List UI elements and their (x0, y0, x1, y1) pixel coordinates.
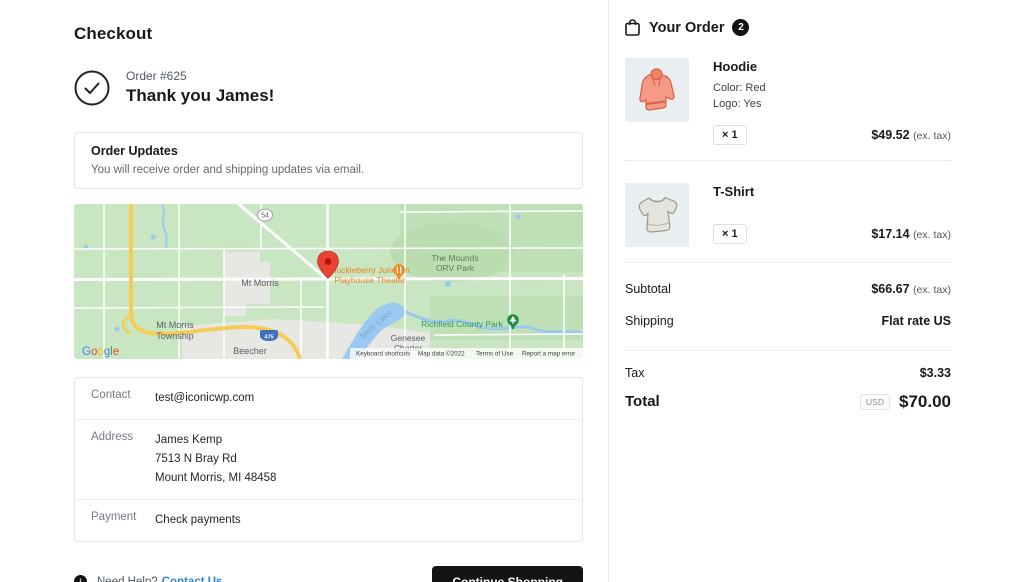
hoodie-thumbnail (625, 58, 689, 122)
report-map-error-link[interactable]: Report a map error (522, 351, 575, 358)
map-route-475-shield: 475 (260, 330, 278, 341)
item-price: $17.14 (ex. tax) (871, 226, 951, 241)
address-value: James Kemp 7513 N Bray Rd Mount Morris, … (155, 433, 277, 484)
map-label-richfield: Richfield County Park (421, 319, 503, 329)
item-count-badge: 2 (732, 19, 750, 36)
order-totals: Subtotal $66.67 (ex. tax) Shipping Flat … (625, 282, 951, 412)
map-label-mounds-2: ORV Park (436, 263, 475, 273)
continue-shopping-button[interactable]: Continue Shopping (432, 565, 583, 582)
checkout-page: Checkout Order #625 Thank you James! Ord… (0, 0, 1024, 582)
google-logo[interactable]: Google (82, 346, 119, 358)
summary-divider (625, 261, 951, 263)
panel-divider (608, 0, 609, 582)
order-item-tshirt: T-Shirt × 1 $17.14 (ex. tax) (625, 182, 951, 247)
payment-label: Payment (91, 510, 137, 523)
info-icon: i (74, 575, 87, 582)
order-updates-body: You will receive order and shipping upda… (91, 164, 365, 176)
item-meta: Color: Red Logo: Yes (713, 82, 766, 110)
hoodie-image (639, 68, 675, 111)
page-title: Checkout (74, 24, 153, 43)
order-number: Order #625 (126, 69, 187, 83)
map-label-poi-2: Playhouse Theater (334, 275, 405, 285)
map-label-township-2: Township (156, 331, 194, 341)
order-summary-header: Your Order 2 (625, 19, 951, 36)
payment-row: Payment Check payments (75, 498, 582, 541)
tax-divider (625, 349, 951, 351)
svg-text:54: 54 (261, 213, 269, 220)
contact-us-link[interactable]: Contact Us (162, 576, 223, 582)
svg-text:475: 475 (264, 335, 273, 341)
contact-label: Contact (91, 389, 131, 401)
order-location-map[interactable]: 54 475 Mt Morris Mt Morris Township Beec… (74, 204, 583, 359)
order-details-table: Contact test@iconicwp.com Address James … (74, 377, 583, 542)
terms-of-use-link[interactable]: Terms of Use (476, 351, 514, 358)
total-row: Total USD $70.00 (625, 392, 951, 412)
success-check-icon (74, 70, 110, 105)
shipping-row: Shipping Flat rate US (625, 314, 951, 328)
keyboard-shortcuts-link[interactable]: Keyboard shortcuts (356, 351, 410, 358)
tax-value: $3.33 (919, 365, 951, 380)
payment-value: Check payments (155, 513, 241, 526)
tshirt-thumbnail (625, 182, 689, 247)
map-label-beecher: Beecher (233, 346, 267, 356)
item-name: T-Shirt (713, 183, 755, 199)
shopping-bag-icon (625, 19, 640, 36)
order-item-hoodie: Hoodie Color: Red Logo: Yes × 1 $49.52 (… (625, 58, 951, 145)
thank-you-heading: Thank you James! (126, 86, 275, 105)
subtotal-row: Subtotal $66.67 (ex. tax) (625, 282, 951, 296)
item-divider (625, 159, 951, 161)
order-confirmation: Order #625 Thank you James! (74, 69, 583, 106)
item-quantity-badge: × 1 (713, 124, 747, 145)
map-label-genesee-1: Genesee (391, 333, 426, 343)
tax-label: Tax (625, 365, 645, 380)
item-price: $49.52 (ex. tax) (871, 127, 951, 142)
contact-value: test@iconicwp.com (155, 392, 255, 404)
shipping-label: Shipping (625, 313, 674, 328)
order-summary-title: Your Order (649, 19, 725, 36)
order-updates-notice: Order Updates You will receive order and… (74, 132, 583, 189)
shipping-value: Flat rate US (881, 313, 951, 328)
subtotal-value: $66.67 (ex. tax) (871, 281, 951, 296)
item-name: Hoodie (713, 59, 758, 74)
map-label-township-1: Mt Morris (156, 320, 194, 330)
address-label: Address (91, 430, 134, 443)
map-label-mounds-1: The Mounds (431, 253, 478, 263)
address-row: Address James Kemp 7513 N Bray Rd Mount … (75, 418, 582, 499)
map-route-54-shield: 54 (257, 208, 273, 222)
need-help-text: Need Help? (97, 575, 158, 582)
map-data-attribution: Map data ©2022 (418, 350, 465, 358)
contact-row: Contact test@iconicwp.com (75, 378, 582, 419)
tax-row: Tax $3.33 (625, 366, 951, 380)
currency-badge: USD (860, 393, 890, 410)
item-quantity-badge: × 1 (713, 223, 747, 244)
order-summary-panel: Your Order 2 Hoodie Color: Red Logo: Yes (625, 19, 951, 412)
subtotal-label: Subtotal (625, 281, 671, 296)
checkout-footer: i Need Help? Contact Us Continue Shoppin… (74, 565, 583, 582)
map-label-mt-morris: Mt Morris (241, 278, 279, 288)
checkout-main: Checkout Order #625 Thank you James! Ord… (74, 24, 583, 582)
order-updates-title: Order Updates (91, 144, 178, 158)
total-amount: $70.00 (899, 391, 951, 411)
tshirt-image (638, 196, 678, 233)
total-label: Total (625, 393, 660, 411)
